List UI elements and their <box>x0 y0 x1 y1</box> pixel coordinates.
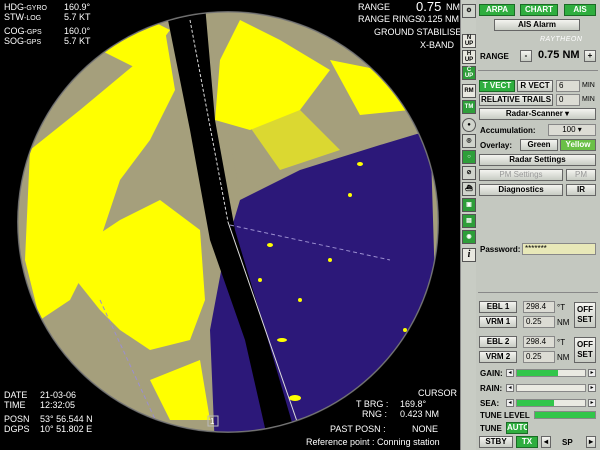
range-value: 0.75 NM <box>538 49 580 61</box>
range-label: RANGE <box>480 52 509 61</box>
control-panel: ARPA CHART AIS AIS Alarm RAYTHEON RANGE … <box>476 0 600 450</box>
alarm-icon[interactable]: ◉ <box>462 230 476 244</box>
gain-right-arrow-icon[interactable]: ▸ <box>588 369 596 377</box>
vrm2-button[interactable]: VRM 2 <box>479 351 517 363</box>
gain-label: GAIN: <box>480 369 503 378</box>
ebl2-button[interactable]: EBL 2 <box>479 336 517 348</box>
pulse-left-arrow-icon[interactable]: ◂ <box>541 436 551 448</box>
overlay-label: Overlay: <box>480 141 513 150</box>
ship-icon[interactable]: ⛴ <box>462 182 476 196</box>
cursor-range: RNG : 0.423 NM <box>362 409 440 419</box>
screenshot-icon[interactable]: ▣ <box>462 198 476 212</box>
ebl1-value[interactable]: 298.4 <box>523 301 555 313</box>
pm-button[interactable]: PM <box>566 169 596 181</box>
radar-settings-button[interactable]: Radar Settings <box>479 154 596 166</box>
head-up-icon[interactable]: H UP <box>462 50 476 64</box>
vrm1-unit: NM <box>557 318 570 327</box>
offset2-button[interactable]: OFF SET <box>574 337 596 363</box>
accumulation-label: Accumulation: <box>480 126 536 135</box>
password-label: Password: <box>480 245 521 254</box>
relative-motion-icon[interactable]: RM <box>462 84 476 98</box>
range-rings-readout: RANGE RINGS 0.125 NM <box>358 14 460 24</box>
sea-slider[interactable] <box>516 399 586 407</box>
standby-button[interactable]: STBY <box>479 436 513 448</box>
ais-button[interactable]: AIS <box>564 4 596 16</box>
document-icon[interactable]: ▤ <box>462 214 476 228</box>
ebl2-value[interactable]: 298.4 <box>523 336 555 348</box>
range-readout: RANGE 0.75 NM <box>358 0 460 14</box>
sog-readout: SOG-GPS 5.7 KT <box>4 36 91 46</box>
stw-readout: STW-LOG 5.7 KT <box>4 12 91 22</box>
north-up-icon[interactable]: N UP <box>462 34 476 48</box>
true-vector-button[interactable]: T VECT <box>479 80 515 92</box>
transmit-button[interactable]: TX <box>516 436 538 448</box>
icon-toolbar: ⚙ N UP H UP C UP RM TM ● ◎ ○ ⊘ ⛴ ▣ ▤ ◉ i <box>460 0 476 450</box>
ebl1-button[interactable]: EBL 1 <box>479 301 517 313</box>
tune-auto-button[interactable]: AUTO <box>506 422 528 434</box>
radar-scanner-select[interactable]: Radar-Scanner ▾ <box>479 108 596 120</box>
course-up-icon[interactable]: C UP <box>462 66 476 80</box>
rain-label: RAIN: <box>480 384 503 393</box>
tune-label: TUNE <box>480 424 502 433</box>
offset1-button[interactable]: OFF SET <box>574 302 596 328</box>
relative-vector-button[interactable]: R VECT <box>517 80 553 92</box>
trails-minutes-field[interactable]: 0 <box>556 94 580 106</box>
rain-right-arrow-icon[interactable]: ▸ <box>588 384 596 392</box>
vector-minutes-field[interactable]: 6 <box>556 80 580 92</box>
circle-button-icon[interactable]: ● <box>462 118 476 132</box>
rain-slider[interactable] <box>516 384 586 392</box>
stabilisation-mode: GROUND STABILISED <box>374 27 460 37</box>
range-decrease-button[interactable]: - <box>520 50 532 62</box>
time-readout: TIME 12:32:05 <box>4 400 76 410</box>
ebl2-unit: °T <box>557 338 566 347</box>
settings-icon[interactable]: ⚙ <box>462 4 476 18</box>
relative-trails-button[interactable]: RELATIVE TRAILS <box>479 94 553 106</box>
sea-right-arrow-icon[interactable]: ▸ <box>588 399 596 407</box>
range-increase-button[interactable]: + <box>584 50 596 62</box>
brand-logo: RAYTHEON <box>540 36 583 43</box>
pm-settings-button[interactable]: PM Settings <box>479 169 563 181</box>
sea-left-arrow-icon[interactable]: ◂ <box>506 399 514 407</box>
marker-number: 1 <box>210 417 215 426</box>
vrm2-value[interactable]: 0.25 <box>523 351 555 363</box>
ais-alarm-button[interactable]: AIS Alarm <box>494 19 580 31</box>
radar-band: X-BAND <box>420 40 455 50</box>
gain-slider[interactable] <box>516 369 586 377</box>
ir-button[interactable]: IR <box>566 184 596 196</box>
target-icon[interactable]: ◎ <box>462 134 476 148</box>
vrm2-unit: NM <box>557 353 570 362</box>
accumulation-select[interactable]: 100 ▾ <box>548 124 596 136</box>
tune-level-bar <box>534 411 596 419</box>
reference-point: Reference point : Conning station <box>306 437 440 447</box>
password-field[interactable]: ******* <box>522 243 596 255</box>
vrm1-button[interactable]: VRM 1 <box>479 316 517 328</box>
diagnostics-button[interactable]: Diagnostics <box>479 184 563 196</box>
arpa-button[interactable]: ARPA <box>479 4 515 16</box>
tune-level-label: TUNE LEVEL <box>480 411 530 420</box>
radar-display[interactable]: HDG-GYRO 160.9° STW-LOG 5.7 KT COG-GPS 1… <box>0 0 460 450</box>
true-motion-icon[interactable]: TM <box>462 100 476 114</box>
record-icon[interactable]: ○ <box>462 150 476 164</box>
vrm1-value[interactable]: 0.25 <box>523 316 555 328</box>
overlay-green-button[interactable]: Green <box>520 139 558 151</box>
rain-left-arrow-icon[interactable]: ◂ <box>506 384 514 392</box>
radar-ppi[interactable] <box>0 0 460 450</box>
past-position: PAST POSN : NONE <box>330 424 439 434</box>
dgps-readout: DGPS 10° 51.802 E <box>4 424 93 434</box>
pulse-right-arrow-icon[interactable]: ▸ <box>586 436 596 448</box>
gain-left-arrow-icon[interactable]: ◂ <box>506 369 514 377</box>
ebl1-unit: °T <box>557 303 566 312</box>
trails-icon[interactable]: ⊘ <box>462 166 476 180</box>
pulse-length-label: SP <box>562 438 573 447</box>
chart-button[interactable]: CHART <box>520 4 558 16</box>
sea-label: SEA: <box>480 399 500 408</box>
cursor-label: CURSOR <box>418 388 458 398</box>
overlay-yellow-button[interactable]: Yellow <box>560 139 596 151</box>
trails-min-unit: MIN <box>582 96 595 103</box>
info-icon[interactable]: i <box>462 248 476 262</box>
vector-min-unit: MIN <box>582 82 595 89</box>
